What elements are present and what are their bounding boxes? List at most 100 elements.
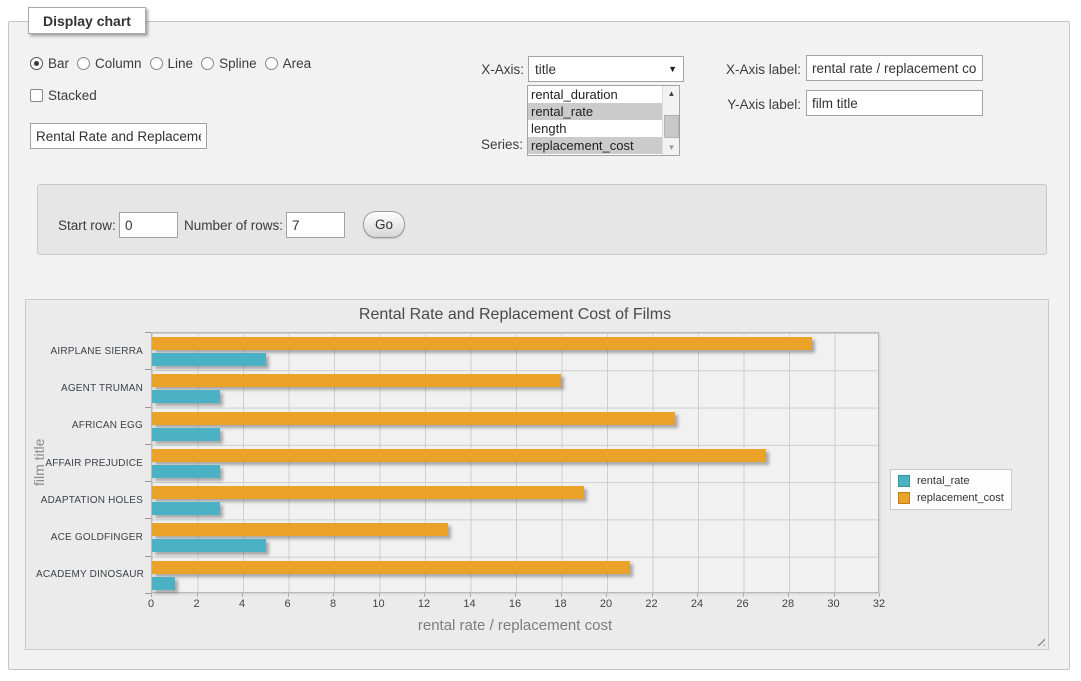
row-range-panel: Start row: Number of rows: Go xyxy=(37,184,1047,255)
x-tick-mark xyxy=(288,593,289,597)
x-tick-label: 24 xyxy=(680,598,714,610)
series-option-rental_duration[interactable]: rental_duration xyxy=(528,86,679,103)
bar-rental_rate xyxy=(152,353,266,366)
listbox-scrollbar[interactable]: ▲ ▼ xyxy=(662,86,679,155)
series-option-length[interactable]: length xyxy=(528,120,679,137)
category-label: ACADEMY DINOSAUR xyxy=(36,569,143,580)
legend-entry-replacement_cost: replacement_cost xyxy=(898,492,1004,504)
radio-icon[interactable] xyxy=(77,57,90,70)
x-tick-label: 2 xyxy=(180,598,214,610)
bar-rental_rate xyxy=(152,502,220,515)
bar-rental_rate xyxy=(152,465,220,478)
radio-icon[interactable] xyxy=(265,57,278,70)
bar-rental_rate xyxy=(152,428,220,441)
radio-label: Spline xyxy=(219,56,257,71)
radio-icon[interactable] xyxy=(150,57,163,70)
x-tick-mark xyxy=(652,593,653,597)
legend-label: rental_rate xyxy=(917,475,970,487)
start-row-label: Start row: xyxy=(58,218,116,233)
radio-label: Area xyxy=(283,56,312,71)
scrollbar-thumb[interactable] xyxy=(664,115,679,138)
chart-title-input[interactable] xyxy=(30,123,207,149)
bar-rental_rate xyxy=(152,390,220,403)
chart-type-option-area[interactable]: Area xyxy=(265,56,312,71)
bar-replacement_cost xyxy=(152,337,812,350)
y-tick-mark xyxy=(145,407,151,408)
category-label: ADAPTATION HOLES xyxy=(36,495,143,506)
radio-label: Column xyxy=(95,56,142,71)
category-label: AFFAIR PREJUDICE xyxy=(36,458,143,469)
start-row-input[interactable] xyxy=(119,212,178,238)
y-axis-label-input[interactable] xyxy=(806,90,983,116)
x-axis-select-label: X-Axis: xyxy=(444,62,524,77)
y-tick-mark xyxy=(145,518,151,519)
chart-type-option-line[interactable]: Line xyxy=(150,56,194,71)
x-tick-label: 22 xyxy=(635,598,669,610)
chart-type-option-spline[interactable]: Spline xyxy=(201,56,257,71)
x-tick-label: 14 xyxy=(453,598,487,610)
legend-swatch xyxy=(898,492,910,504)
bar-replacement_cost xyxy=(152,374,561,387)
series-select-label: Series: xyxy=(443,137,523,152)
x-axis-select[interactable]: title ▼ xyxy=(528,56,684,82)
category-label: AIRPLANE SIERRA xyxy=(36,346,143,357)
chart-legend: rental_rate replacement_cost xyxy=(890,469,1012,510)
x-axis-label-caption: X-Axis label: xyxy=(701,62,801,77)
bar-replacement_cost xyxy=(152,523,448,536)
chart-type-option-bar[interactable]: Bar xyxy=(30,56,69,71)
bar-rental_rate xyxy=(152,539,266,552)
x-tick-label: 6 xyxy=(271,598,305,610)
bar-replacement_cost xyxy=(152,561,630,574)
y-tick-mark xyxy=(145,481,151,482)
y-tick-mark xyxy=(145,444,151,445)
x-tick-label: 18 xyxy=(544,598,578,610)
category-label: ACE GOLDFINGER xyxy=(36,532,143,543)
y-tick-mark xyxy=(145,332,151,333)
chart-type-group: Bar Column Line Spline Area xyxy=(30,56,311,71)
x-tick-mark xyxy=(333,593,334,597)
x-tick-mark xyxy=(515,593,516,597)
series-option-rental_rate[interactable]: rental_rate xyxy=(528,103,679,120)
bar-replacement_cost xyxy=(152,449,766,462)
chart-type-option-column[interactable]: Column xyxy=(77,56,142,71)
x-tick-mark xyxy=(561,593,562,597)
x-tick-mark xyxy=(697,593,698,597)
x-tick-mark xyxy=(424,593,425,597)
category-label: AFRICAN EGG xyxy=(36,420,143,431)
x-tick-mark xyxy=(197,593,198,597)
x-tick-label: 26 xyxy=(726,598,760,610)
bar-replacement_cost xyxy=(152,486,584,499)
radio-icon[interactable] xyxy=(30,57,43,70)
series-listbox[interactable]: rental_durationrental_ratelengthreplacem… xyxy=(527,85,680,156)
x-tick-label: 10 xyxy=(362,598,396,610)
scroll-down-icon[interactable]: ▼ xyxy=(663,140,680,155)
go-button[interactable]: Go xyxy=(363,211,405,238)
bar-rental_rate xyxy=(152,577,175,590)
fieldset-legend: Display chart xyxy=(28,7,146,34)
stacked-checkbox[interactable] xyxy=(30,89,43,102)
series-option-replacement_cost[interactable]: replacement_cost xyxy=(528,137,679,154)
stacked-option[interactable]: Stacked xyxy=(30,88,97,103)
x-tick-label: 16 xyxy=(498,598,532,610)
radio-icon[interactable] xyxy=(201,57,214,70)
x-tick-mark xyxy=(151,593,152,597)
chart-plot-area xyxy=(151,332,879,593)
x-tick-label: 28 xyxy=(771,598,805,610)
x-tick-label: 30 xyxy=(817,598,851,610)
chart-title: Rental Rate and Replacement Cost of Film… xyxy=(151,306,879,324)
x-tick-label: 20 xyxy=(589,598,623,610)
number-of-rows-label: Number of rows: xyxy=(184,218,283,233)
scroll-up-icon[interactable]: ▲ xyxy=(663,86,680,101)
x-tick-mark xyxy=(470,593,471,597)
x-tick-mark xyxy=(834,593,835,597)
x-tick-label: 0 xyxy=(134,598,168,610)
y-tick-mark xyxy=(145,369,151,370)
x-axis-selected-value: title xyxy=(535,62,556,77)
stacked-label: Stacked xyxy=(48,88,97,103)
resize-handle-icon[interactable] xyxy=(1034,635,1045,646)
number-of-rows-input[interactable] xyxy=(286,212,345,238)
category-label: AGENT TRUMAN xyxy=(36,383,143,394)
x-tick-mark xyxy=(379,593,380,597)
x-tick-label: 12 xyxy=(407,598,441,610)
x-axis-label-input[interactable] xyxy=(806,55,983,81)
